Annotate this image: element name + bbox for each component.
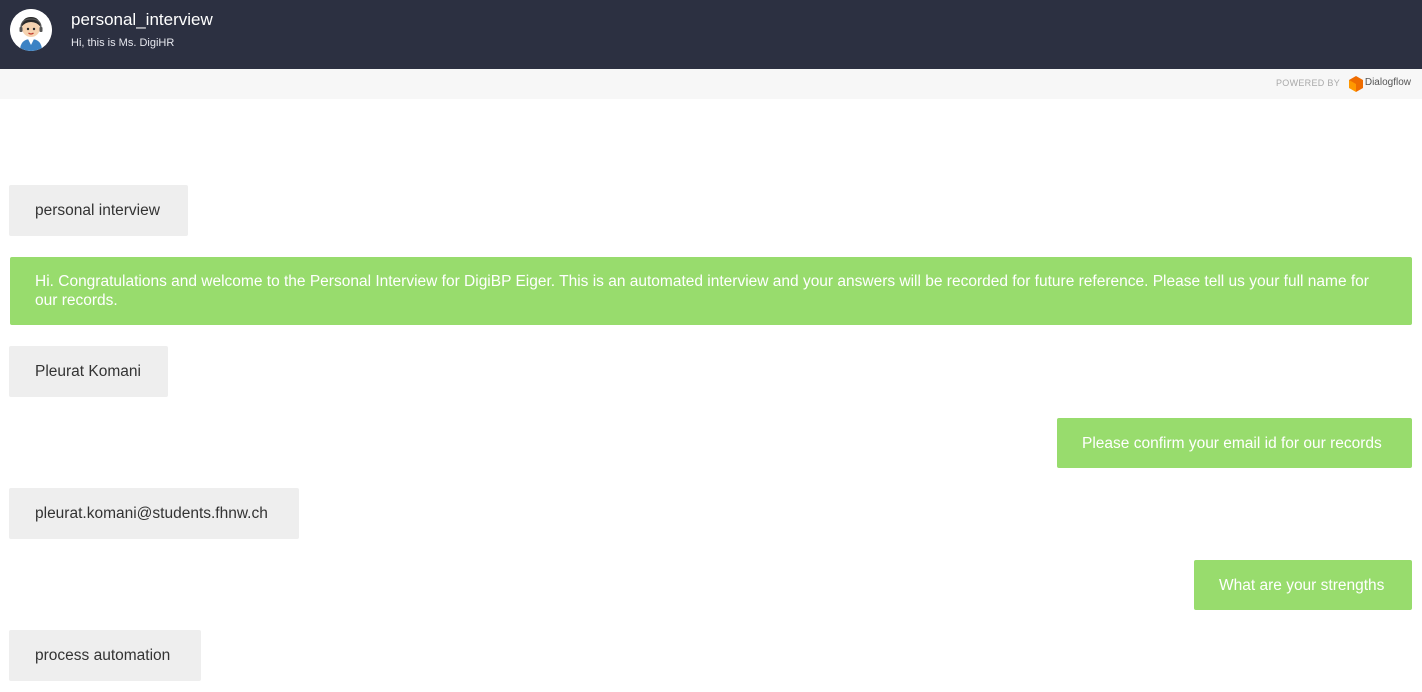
bot-message: What are your strengths: [1194, 560, 1412, 610]
bot-message: Hi. Congratulations and welcome to the P…: [10, 257, 1412, 325]
user-message: pleurat.komani@students.fhnw.ch: [9, 488, 299, 539]
powered-by-bar: POWERED BY Dialogflow: [0, 69, 1422, 99]
user-message: personal interview: [9, 185, 188, 236]
user-message: process automation: [9, 630, 201, 681]
chat-app: personal_interview Hi, this is Ms. DigiH…: [0, 0, 1422, 692]
user-message: Pleurat Komani: [9, 346, 168, 397]
dialogflow-brand: Dialogflow: [1364, 77, 1411, 88]
chat-title: personal_interview: [71, 10, 213, 29]
chat-header: personal_interview Hi, this is Ms. DigiH…: [0, 0, 1422, 69]
agent-avatar: [10, 9, 52, 51]
chat-subtitle: Hi, this is Ms. DigiHR: [71, 37, 175, 49]
dialogflow-logo-icon: [1349, 76, 1363, 92]
bot-message: Please confirm your email id for our rec…: [1057, 418, 1412, 468]
powered-by-label: POWERED BY: [1275, 78, 1340, 88]
